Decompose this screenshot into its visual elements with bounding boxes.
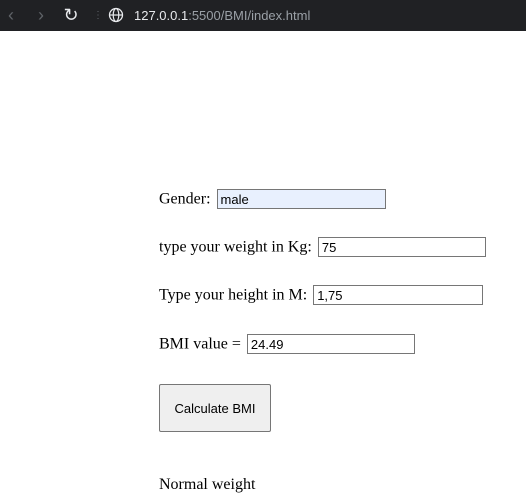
globe-icon[interactable] — [108, 7, 124, 23]
height-row: Type your height in M: — [159, 284, 484, 306]
bmi-label: BMI value = — [159, 335, 241, 353]
bmi-output[interactable] — [246, 334, 415, 355]
reload-icon[interactable]: ↻ — [60, 4, 82, 26]
address-bar-url[interactable]: 127.0.0.1:5500/BMI/index.html — [134, 7, 310, 25]
toolbar-separator: ⋮ — [93, 10, 103, 21]
height-input[interactable] — [313, 285, 484, 306]
calculate-bmi-button[interactable]: Calculate BMI — [159, 384, 271, 432]
bmi-row: BMI value = — [159, 333, 415, 355]
back-arrow-icon[interactable]: ‹ — [2, 4, 20, 26]
gender-input[interactable] — [216, 189, 386, 210]
browser-toolbar: ‹ › ↻ ⋮ 127.0.0.1:5500/BMI/index.html — [0, 0, 526, 31]
gender-label: Gender: — [159, 190, 211, 208]
gender-row: Gender: — [159, 188, 386, 210]
page-content: Gender: type your weight in Kg: Type you… — [0, 31, 526, 504]
forward-arrow-icon[interactable]: › — [32, 4, 50, 26]
weight-input[interactable] — [317, 237, 486, 258]
weight-label: type your weight in Kg: — [159, 238, 312, 256]
weight-row: type your weight in Kg: — [159, 236, 486, 258]
bmi-result-text: Normal weight — [159, 476, 256, 493]
url-host: 127.0.0.1 — [134, 8, 189, 23]
height-label: Type your height in M: — [159, 286, 308, 304]
url-path: :5500/BMI/index.html — [188, 8, 311, 23]
